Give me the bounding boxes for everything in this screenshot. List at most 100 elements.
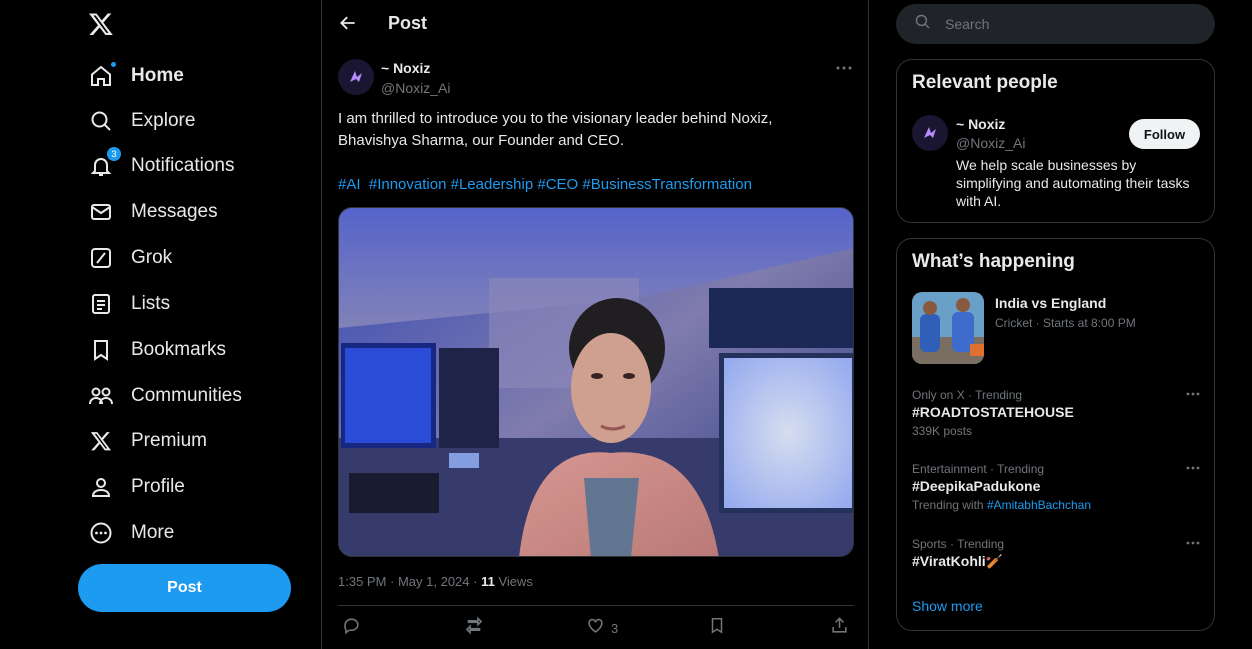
x-logo-icon bbox=[88, 428, 114, 454]
trend-context: Only on X · Trending bbox=[912, 388, 1023, 402]
whats-happening-title: What’s happening bbox=[912, 251, 1075, 272]
nav-grok[interactable]: Grok bbox=[88, 238, 172, 278]
hashtag-link[interactable]: #Leadership bbox=[451, 176, 534, 193]
hashtag-link[interactable]: #CEO bbox=[537, 176, 578, 193]
page-title: Post bbox=[388, 13, 428, 33]
post-header: Post bbox=[322, 0, 868, 48]
compose-post-button[interactable]: Post bbox=[78, 564, 291, 612]
trend-name: #ViratKohli🏏 bbox=[912, 553, 1004, 569]
nav-premium[interactable]: Premium bbox=[88, 421, 207, 461]
author-name[interactable]: ~ Noxiz bbox=[381, 60, 430, 76]
relevant-people-title: Relevant people bbox=[912, 72, 1058, 93]
relevant-person-handle[interactable]: @Noxiz_Ai bbox=[956, 135, 1025, 151]
nav-label-premium: Premium bbox=[131, 430, 208, 451]
nav-messages[interactable]: Messages bbox=[88, 192, 218, 232]
home-icon bbox=[88, 61, 117, 89]
more-options-icon[interactable] bbox=[1184, 461, 1202, 475]
relevant-person-bio: We help scale businesses by simplifying … bbox=[956, 157, 1190, 209]
like-button[interactable]: 3 bbox=[586, 617, 618, 639]
share-icon bbox=[830, 616, 849, 640]
bell-icon: 3 bbox=[88, 147, 121, 179]
bookmark-icon bbox=[708, 616, 726, 640]
noxiz-logo-icon bbox=[350, 71, 362, 82]
nav-bookmarks[interactable]: Bookmarks bbox=[88, 330, 226, 370]
unread-dot bbox=[110, 61, 117, 68]
nav-more[interactable]: More bbox=[88, 513, 174, 553]
trend-item[interactable]: Only on X · Trending #ROADTOSTATEHOUSE 3… bbox=[912, 387, 1202, 440]
trend-context: Sports · Trending bbox=[912, 537, 1005, 551]
nav-profile[interactable]: Profile bbox=[88, 467, 185, 507]
nav-label-notifications: Notifications bbox=[131, 155, 235, 176]
nav-label-more: More bbox=[131, 522, 175, 543]
author-handle[interactable]: @Noxiz_Ai bbox=[381, 80, 450, 96]
repost-button[interactable] bbox=[464, 616, 484, 639]
show-more-link[interactable]: Show more bbox=[912, 598, 983, 614]
mail-icon bbox=[88, 199, 114, 225]
nav-home[interactable]: Home bbox=[88, 56, 184, 96]
nav-label-communities: Communities bbox=[131, 385, 242, 406]
nav-communities[interactable]: Communities bbox=[88, 376, 242, 416]
reply-icon bbox=[342, 616, 361, 640]
search-bar[interactable] bbox=[896, 4, 1215, 44]
left-sidebar: Home Explore 3 Notifications Messages Gr… bbox=[0, 0, 321, 649]
views-count: 11 bbox=[481, 574, 495, 589]
post-detail-column: Post ~ Noxiz @Noxiz_Ai I am thrilled to … bbox=[321, 0, 869, 649]
whats-happening-panel: What’s happening India vs England Cricke… bbox=[896, 238, 1215, 631]
post-text: I am thrilled to introduce you to the vi… bbox=[338, 110, 773, 149]
search-input[interactable] bbox=[945, 16, 1195, 32]
more-options-icon[interactable] bbox=[1184, 536, 1202, 550]
relevant-people-panel: Relevant people ~ Noxiz @Noxiz_Ai Follow… bbox=[896, 59, 1215, 223]
post-time[interactable]: 1:35 PM · May 1, 2024 · bbox=[338, 574, 481, 589]
relevant-person-name[interactable]: ~ Noxiz bbox=[956, 116, 1005, 132]
bookmark-button[interactable] bbox=[708, 617, 726, 639]
post-timestamp: 1:35 PM · May 1, 2024 · 11 Views bbox=[338, 574, 533, 589]
trend-related: Trending with #AmitabhBachchan bbox=[912, 496, 1202, 514]
bookmark-icon bbox=[88, 337, 114, 363]
trending-with-label: Trending with bbox=[912, 498, 987, 512]
relevant-person-avatar[interactable] bbox=[912, 115, 948, 151]
communities-icon bbox=[88, 383, 114, 409]
nav-label-profile: Profile bbox=[131, 476, 185, 497]
trend-name: #DeepikaPadukone bbox=[912, 478, 1041, 494]
post-image[interactable] bbox=[338, 207, 854, 557]
x-logo-icon[interactable] bbox=[88, 11, 116, 39]
search-icon bbox=[88, 108, 114, 134]
search-icon bbox=[914, 13, 931, 35]
more-options-icon[interactable] bbox=[1184, 387, 1202, 401]
featured-event-title[interactable]: India vs England bbox=[995, 295, 1106, 311]
reply-button[interactable] bbox=[342, 617, 361, 639]
trend-item[interactable]: Sports · Trending #ViratKohli🏏 bbox=[912, 536, 1202, 571]
nav-label-grok: Grok bbox=[131, 247, 173, 268]
nav-label-lists: Lists bbox=[131, 293, 171, 314]
hashtag-link[interactable]: #Innovation bbox=[369, 176, 447, 193]
more-options-icon[interactable] bbox=[834, 60, 854, 76]
nav-label-explore: Explore bbox=[131, 110, 196, 131]
nav-lists[interactable]: Lists bbox=[88, 284, 170, 324]
featured-event-meta: Cricket · Starts at 8:00 PM bbox=[995, 316, 1136, 330]
share-button[interactable] bbox=[830, 617, 849, 639]
back-arrow-icon[interactable] bbox=[338, 13, 360, 35]
trend-item[interactable]: Entertainment · Trending #DeepikaPadukon… bbox=[912, 461, 1202, 514]
like-count: 3 bbox=[611, 620, 619, 636]
x-post-page: Home Explore 3 Notifications Messages Gr… bbox=[0, 0, 1252, 649]
nav-explore[interactable]: Explore bbox=[88, 101, 195, 141]
nav-label-home: Home bbox=[131, 65, 184, 86]
author-avatar[interactable] bbox=[338, 59, 374, 95]
nav-label-messages: Messages bbox=[131, 201, 218, 222]
hashtag-link[interactable]: #BusinessTransformation bbox=[582, 176, 752, 193]
trend-post-count: 339K posts bbox=[912, 424, 973, 438]
hashtag-link[interactable]: #AI bbox=[338, 176, 361, 193]
divider bbox=[338, 605, 854, 606]
views-label: Views bbox=[494, 574, 533, 589]
heart-icon bbox=[586, 616, 605, 640]
person-icon bbox=[88, 474, 114, 500]
related-hashtag-link[interactable]: #AmitabhBachchan bbox=[987, 498, 1091, 512]
list-icon bbox=[88, 291, 114, 317]
nav-label-bookmarks: Bookmarks bbox=[131, 339, 227, 360]
more-circle-icon bbox=[88, 520, 114, 546]
trend-name: #ROADTOSTATEHOUSE bbox=[912, 404, 1074, 420]
follow-button[interactable]: Follow bbox=[1129, 119, 1200, 149]
nav-notifications[interactable]: 3 Notifications bbox=[88, 146, 235, 186]
featured-event-thumbnail[interactable] bbox=[912, 292, 984, 364]
trend-context: Entertainment · Trending bbox=[912, 462, 1045, 476]
